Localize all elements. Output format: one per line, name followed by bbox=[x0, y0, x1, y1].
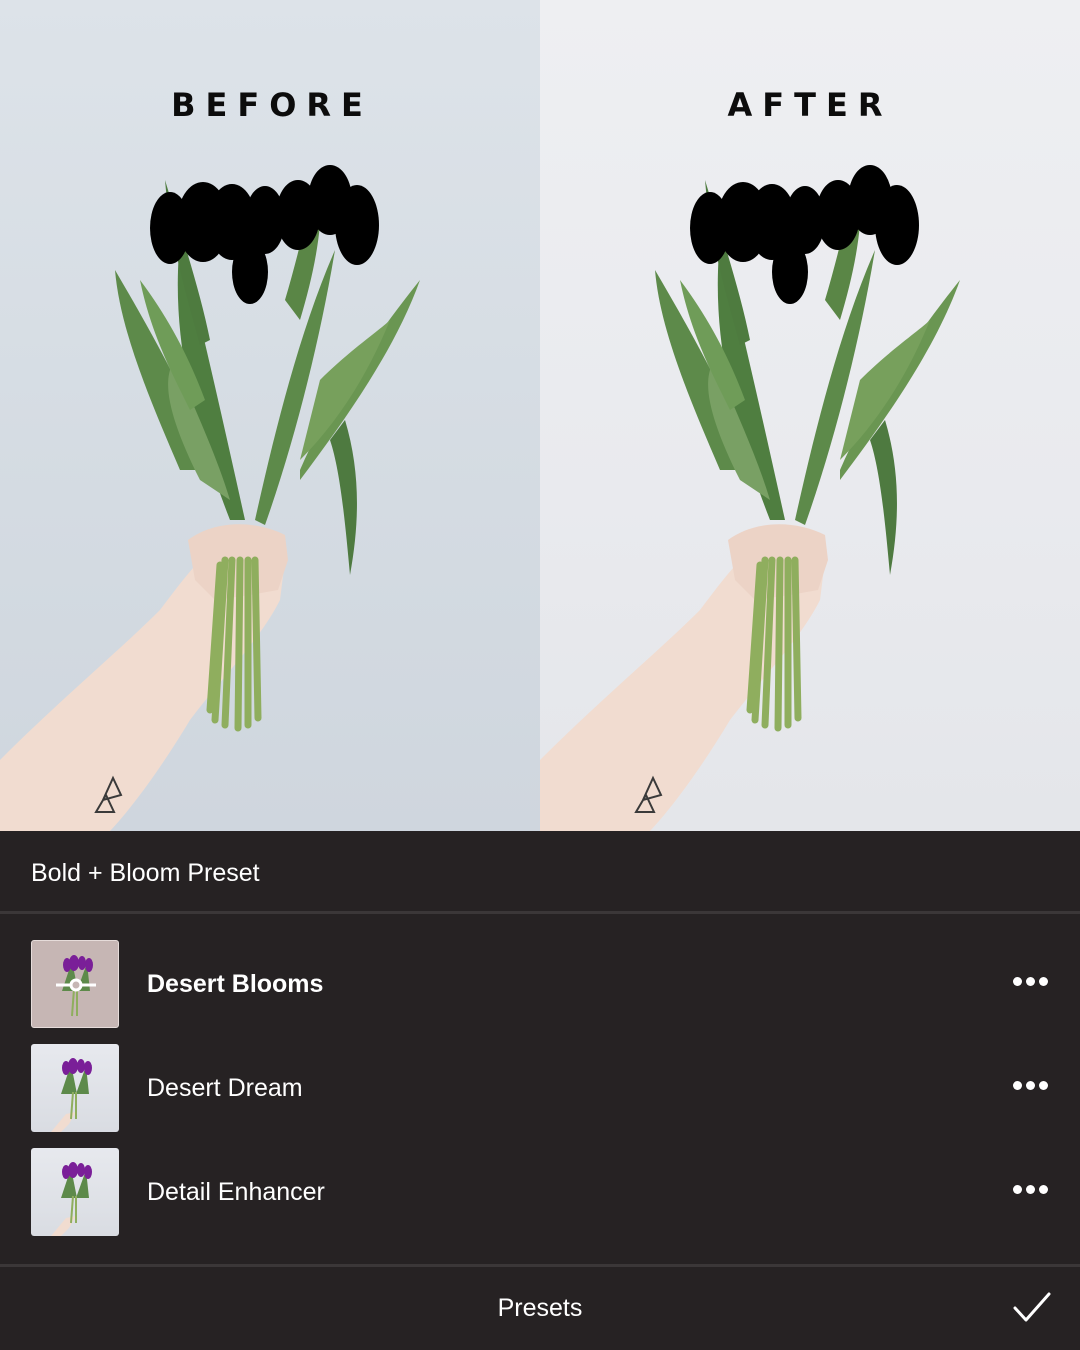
more-options-icon[interactable] bbox=[1013, 1181, 1053, 1195]
footer-bar: Presets bbox=[0, 1267, 1080, 1350]
preset-thumbnail bbox=[31, 1148, 119, 1236]
after-bouquet-photo: .a .tulip{fill:#8a1eab}.a .tulip-dark{fi… bbox=[540, 0, 1080, 831]
before-label: BEFORE bbox=[171, 86, 373, 124]
bouquet-thumbnail-icon bbox=[56, 955, 96, 1017]
preset-name: Desert Dream bbox=[147, 1074, 303, 1102]
preset-name: Desert Blooms bbox=[147, 970, 324, 998]
bouquet-thumbnail-icon bbox=[51, 1162, 92, 1236]
preset-item-detail-enhancer[interactable]: Detail Enhancer bbox=[0, 1148, 1080, 1240]
preset-panel: Bold + Bloom Preset Desert Blooms Desert bbox=[0, 831, 1080, 1350]
preset-thumbnail bbox=[31, 940, 119, 1028]
checkmark-icon[interactable] bbox=[1012, 1289, 1052, 1325]
preset-name: Detail Enhancer bbox=[147, 1178, 325, 1206]
preset-group-header[interactable]: Bold + Bloom Preset bbox=[0, 831, 1080, 913]
bouquet-thumbnail-icon bbox=[51, 1058, 92, 1132]
preset-item-desert-blooms[interactable]: Desert Blooms bbox=[0, 940, 1080, 1032]
divider bbox=[0, 911, 1080, 914]
after-label: AFTER bbox=[727, 86, 893, 124]
presets-tab[interactable]: Presets bbox=[0, 1294, 1080, 1323]
preset-thumbnail bbox=[31, 1044, 119, 1132]
preset-group-title: Bold + Bloom Preset bbox=[31, 859, 260, 887]
after-image: .a .tulip{fill:#8a1eab}.a .tulip-dark{fi… bbox=[540, 0, 1080, 831]
more-options-icon[interactable] bbox=[1013, 973, 1053, 987]
before-image: .b .tulip{fill:#6d1f8a}.b .tulip-dark{fi… bbox=[0, 0, 540, 831]
before-after-comparison: .b .tulip{fill:#6d1f8a}.b .tulip-dark{fi… bbox=[0, 0, 1080, 831]
before-bouquet-photo: .b .tulip{fill:#6d1f8a}.b .tulip-dark{fi… bbox=[0, 0, 540, 831]
preset-item-desert-dream[interactable]: Desert Dream bbox=[0, 1044, 1080, 1136]
more-options-icon[interactable] bbox=[1013, 1077, 1053, 1091]
